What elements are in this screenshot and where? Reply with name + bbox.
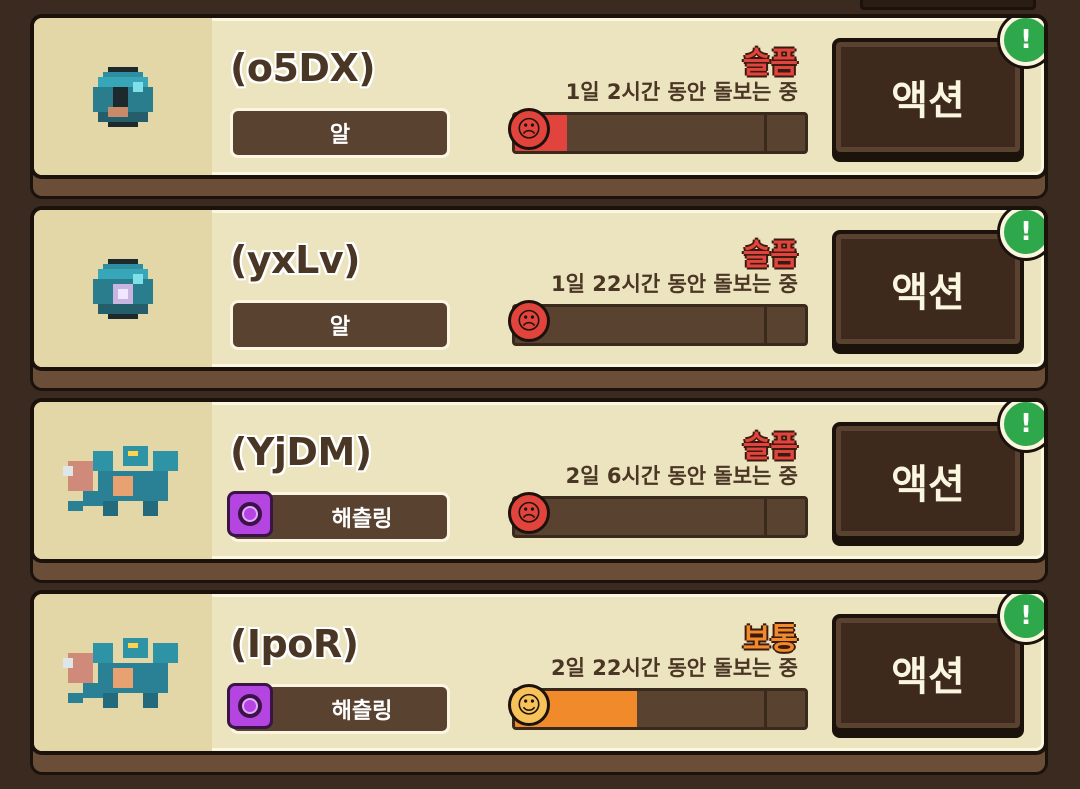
pet-card[interactable]: (o5DX) 알 슬픔 1일 2시간 동안 돌보는 중 ☹ 액션 ! [30, 14, 1048, 199]
pet-stage-label: 해츨링 [331, 507, 393, 532]
happiness-bar [512, 496, 808, 538]
bar-notch [764, 115, 767, 151]
pet-card[interactable]: (YjDM) 해츨링 슬픔 2일 6시간 동안 돌보는 중 ☹ 액션 ! [30, 398, 1048, 583]
action-button[interactable]: 액션 [832, 614, 1024, 732]
happiness-bar [512, 688, 808, 730]
pet-name: (IpoR) [230, 622, 359, 666]
pet-stage-badge: 해츨링 [227, 491, 450, 542]
bar-notch [764, 307, 767, 343]
previous-card-edge [860, 0, 1036, 10]
alert-badge-icon: ! [1000, 210, 1044, 258]
care-time-text: 2일 6시간 동안 돌보는 중 [565, 464, 798, 488]
hydra-sprite-icon [63, 637, 178, 708]
sad-face-icon: ☹ [508, 492, 550, 534]
pet-stage-badge: 알 [230, 300, 450, 350]
bar-notch [764, 691, 767, 727]
pet-name: (YjDM) [230, 430, 372, 474]
care-time-text: 1일 2시간 동안 돌보는 중 [565, 80, 798, 104]
happiness-bar [512, 304, 808, 346]
egg-sprite-icon [93, 258, 153, 319]
card-body: (YjDM) 해츨링 슬픔 2일 6시간 동안 돌보는 중 ☹ 액션 ! [30, 398, 1048, 563]
sad-face-icon: ☹ [508, 300, 550, 342]
alert-badge-icon: ! [1000, 402, 1044, 450]
pet-stage-label: 해츨링 [331, 699, 393, 724]
card-body: (yxLv) 알 슬픔 1일 22시간 동안 돌보는 중 ☹ 액션 ! [30, 206, 1048, 371]
card-body: (o5DX) 알 슬픔 1일 2시간 동안 돌보는 중 ☹ 액션 ! [30, 14, 1048, 179]
pet-name: (yxLv) [230, 238, 361, 282]
action-button[interactable]: 액션 [832, 38, 1024, 156]
sad-face-icon: ☹ [508, 108, 550, 150]
pet-card[interactable]: (yxLv) 알 슬픔 1일 22시간 동안 돌보는 중 ☹ 액션 ! [30, 206, 1048, 391]
pet-stage-badge: 해츨링 [227, 683, 450, 734]
action-button[interactable]: 액션 [832, 230, 1024, 348]
pet-portrait [34, 18, 212, 175]
neutral-face-icon: ☺ [508, 684, 550, 726]
hatchling-stage-icon [227, 491, 273, 537]
pet-card[interactable]: (IpoR) 해츨링 보통 2일 22시간 동안 돌보는 중 ☺ 액션 ! [30, 590, 1048, 775]
alert-badge-icon: ! [1000, 18, 1044, 66]
care-time-text: 1일 22시간 동안 돌보는 중 [551, 272, 798, 296]
pet-portrait [34, 402, 212, 559]
pet-stage-badge: 알 [230, 108, 450, 158]
action-button[interactable]: 액션 [832, 422, 1024, 540]
alert-badge-icon: ! [1000, 594, 1044, 642]
happiness-bar [512, 112, 808, 154]
card-body: (IpoR) 해츨링 보통 2일 22시간 동안 돌보는 중 ☺ 액션 ! [30, 590, 1048, 755]
pet-portrait [34, 594, 212, 751]
hatchling-stage-icon [227, 683, 273, 729]
care-time-text: 2일 22시간 동안 돌보는 중 [551, 656, 798, 680]
egg-sprite-icon [93, 66, 153, 127]
hydra-sprite-icon [63, 445, 178, 516]
bar-notch [764, 499, 767, 535]
pet-name: (o5DX) [230, 46, 376, 90]
pet-portrait [34, 210, 212, 367]
